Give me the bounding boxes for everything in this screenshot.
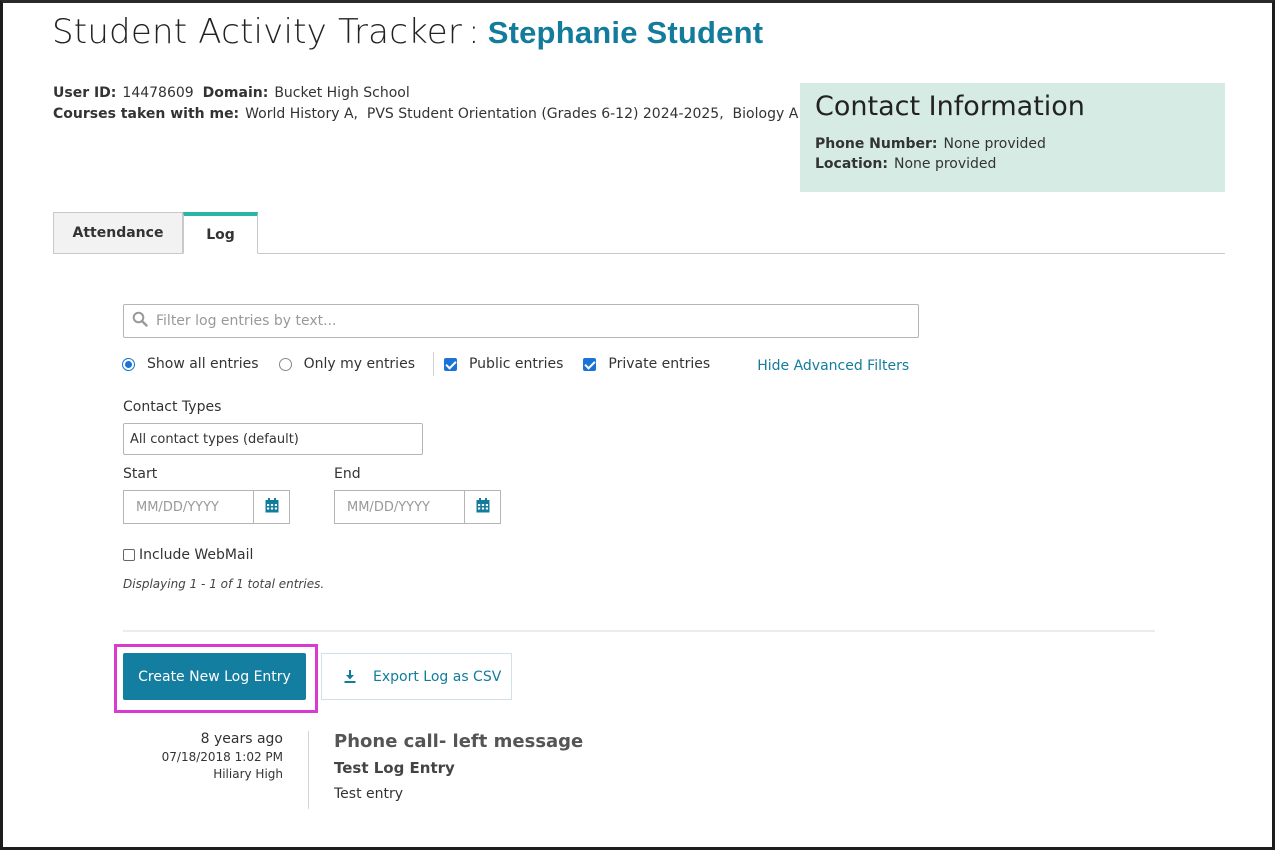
contact-types-label: Contact Types bbox=[123, 399, 222, 415]
entry-filters: Show all entries Only my entries Public … bbox=[122, 352, 909, 376]
courses-row: Courses taken with me: World History A, P… bbox=[53, 106, 798, 122]
courses-label: Courses taken with me: bbox=[53, 106, 240, 122]
calendar-icon bbox=[476, 497, 490, 517]
end-date-label: End bbox=[334, 466, 361, 482]
tab-log[interactable]: Log bbox=[183, 212, 258, 254]
phone-label: Phone Number: bbox=[815, 136, 938, 152]
public-entries-label[interactable]: Public entries bbox=[469, 356, 563, 372]
phone-value: None provided bbox=[943, 136, 1046, 152]
private-entries-checkbox[interactable] bbox=[583, 357, 597, 371]
only-mine-label[interactable]: Only my entries bbox=[304, 356, 415, 372]
tab-attendance[interactable]: Attendance bbox=[53, 212, 183, 254]
end-calendar-button[interactable] bbox=[464, 490, 501, 524]
export-csv-button[interactable]: Export Log as CSV bbox=[321, 653, 512, 700]
domain-label: Domain: bbox=[202, 85, 269, 101]
title-separator: : bbox=[468, 12, 480, 52]
user-id-value: 14478609 bbox=[122, 85, 194, 101]
end-date-field: MM/DD/YYYY bbox=[334, 490, 501, 524]
location-label: Location: bbox=[815, 156, 888, 172]
entry-divider bbox=[308, 731, 309, 809]
page-title-text: Student Activity Tracker bbox=[52, 12, 463, 52]
start-calendar-button[interactable] bbox=[253, 490, 290, 524]
user-id-label: User ID: bbox=[53, 85, 117, 101]
start-date-input[interactable]: MM/DD/YYYY bbox=[123, 490, 253, 524]
export-csv-label: Export Log as CSV bbox=[373, 668, 502, 685]
start-date-label: Start bbox=[123, 466, 158, 482]
search-icon bbox=[132, 311, 148, 331]
student-id-row: User ID: 14478609 Domain: Bucket High Schoo… bbox=[53, 85, 410, 101]
contact-phone-row: Phone Number: None provided bbox=[815, 136, 1210, 152]
show-all-label[interactable]: Show all entries bbox=[147, 356, 259, 372]
end-date-input[interactable]: MM/DD/YYYY bbox=[334, 490, 464, 524]
domain-value: Bucket High School bbox=[274, 85, 410, 101]
entry-relative-time: 8 years ago bbox=[200, 731, 283, 747]
download-icon bbox=[344, 670, 356, 683]
entry-contact-type: Phone call- left message bbox=[334, 731, 584, 752]
show-all-radio[interactable] bbox=[122, 357, 135, 371]
log-entry-meta: 8 years ago 07/18/2018 1:02 PM Hiliary H… bbox=[123, 731, 283, 781]
entry-body-text: Test entry bbox=[334, 786, 404, 802]
calendar-icon bbox=[265, 497, 279, 517]
public-entries-checkbox[interactable] bbox=[443, 357, 457, 371]
only-mine-radio[interactable] bbox=[278, 357, 292, 371]
include-webmail-checkbox[interactable] bbox=[123, 549, 135, 561]
filter-divider bbox=[432, 352, 434, 376]
search-field[interactable] bbox=[123, 304, 919, 338]
location-value: None provided bbox=[893, 156, 997, 172]
entry-datetime: 07/18/2018 1:02 PM bbox=[161, 750, 283, 764]
include-webmail-label[interactable]: Include WebMail bbox=[139, 547, 253, 563]
search-input[interactable] bbox=[156, 313, 896, 329]
entry-subject: Test Log Entry bbox=[334, 759, 455, 777]
log-entry: Phone call- left message Test Log Entry … bbox=[334, 731, 583, 802]
contact-info-panel: Contact Information Phone Number: None pr… bbox=[800, 83, 1225, 192]
section-divider bbox=[123, 630, 1155, 632]
hide-advanced-filters-link[interactable]: Hide Advanced Filters bbox=[757, 358, 909, 374]
contact-heading: Contact Information bbox=[815, 91, 1085, 122]
contact-location-row: Location: None provided bbox=[815, 156, 1210, 172]
contact-types-select[interactable]: All contact types (default) bbox=[123, 423, 423, 455]
start-date-field: MM/DD/YYYY bbox=[123, 490, 290, 524]
private-entries-label[interactable]: Private entries bbox=[608, 356, 710, 372]
courses-value: World History A, PVS Student Orientation… bbox=[245, 106, 799, 122]
results-count: Displaying 1 - 1 of 1 total entries. bbox=[123, 577, 325, 591]
page-title: Student Activity Tracker: Stephanie Stude… bbox=[52, 12, 763, 52]
entry-author: Hiliary High bbox=[213, 767, 283, 781]
student-name: Stephanie Student bbox=[487, 15, 764, 50]
include-webmail: Include WebMail bbox=[123, 547, 253, 563]
create-log-entry-button[interactable]: Create New Log Entry bbox=[123, 653, 306, 700]
